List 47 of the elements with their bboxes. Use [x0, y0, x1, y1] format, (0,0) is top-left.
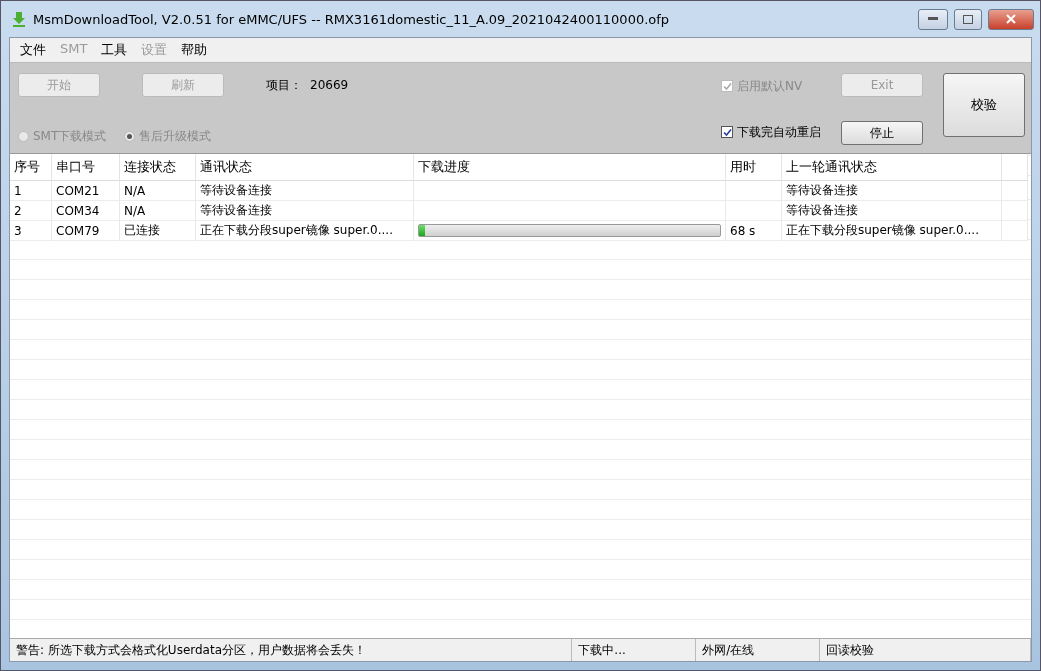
- checkbox-label: 启用默认NV: [737, 77, 803, 95]
- status-text: 下载中...: [572, 639, 697, 661]
- status-text: 警告: 所选下载方式会格式化Userdata分区，用户数据将会丢失！: [10, 639, 573, 661]
- table-cell: COM21: [52, 181, 120, 201]
- download-arrow-icon: [11, 11, 27, 27]
- column-header: 通讯状态: [196, 154, 414, 181]
- radio-label: 售后升级模式: [139, 128, 212, 145]
- table-cell: 等待设备连接: [782, 201, 1002, 221]
- table-cell: 3: [10, 221, 52, 241]
- table-cell: 正在下载分段super镜像 super.0....: [782, 221, 1002, 241]
- checkbox-label: 下载完自动重启: [737, 123, 821, 141]
- menu-item[interactable]: 帮助: [181, 41, 208, 59]
- column-header: 上一轮通讯状态: [782, 154, 1002, 181]
- table-cell: 等待设备连接: [196, 201, 414, 221]
- close-button[interactable]: [988, 8, 1034, 30]
- maximize-button[interactable]: [954, 8, 982, 30]
- menu-item[interactable]: 文件: [20, 41, 46, 59]
- table-cell: 2: [10, 201, 52, 221]
- close-icon: [1006, 14, 1016, 24]
- minimize-icon: [928, 17, 938, 21]
- table-cell: 正在下载分段super镜像 super.0....: [196, 221, 414, 241]
- table-cell: COM34: [52, 201, 120, 221]
- status-text: 外网/在线: [696, 639, 821, 661]
- project-label: 项目：: [266, 76, 302, 94]
- table-cell: N/A: [120, 201, 196, 221]
- table-cell: 1: [10, 181, 52, 201]
- table-cell: 68 s: [726, 221, 782, 241]
- menu-item[interactable]: 工具: [101, 41, 128, 59]
- window-title: MsmDownloadTool, V2.0.51 for eMMC/UFS -- RMX3161domestic_11_A.09_2021042400110000.ofp: [33, 11, 671, 27]
- table-cell: COM79: [52, 221, 120, 241]
- column-header: 序号: [10, 154, 52, 181]
- column-header: 用时: [726, 154, 782, 181]
- column-header: 串口号: [52, 154, 120, 181]
- verify-button[interactable]: 校验: [943, 73, 1025, 137]
- checkbox[interactable]: [721, 126, 733, 138]
- project-value: 20669: [310, 78, 349, 92]
- table-cell: 已连接: [120, 221, 196, 241]
- status-text: 回读校验: [820, 639, 1031, 661]
- table-cell: N/A: [120, 181, 196, 201]
- stop-button[interactable]: 停止: [841, 121, 923, 145]
- table-cell: 等待设备连接: [196, 181, 414, 201]
- maximize-icon: [963, 14, 973, 24]
- column-header: 连接状态: [120, 154, 196, 181]
- table-cell: 等待设备连接: [782, 181, 1002, 201]
- minimize-button[interactable]: [918, 8, 948, 30]
- radio-label: SMT下载模式: [33, 128, 107, 145]
- column-header: 下载进度: [414, 154, 726, 181]
